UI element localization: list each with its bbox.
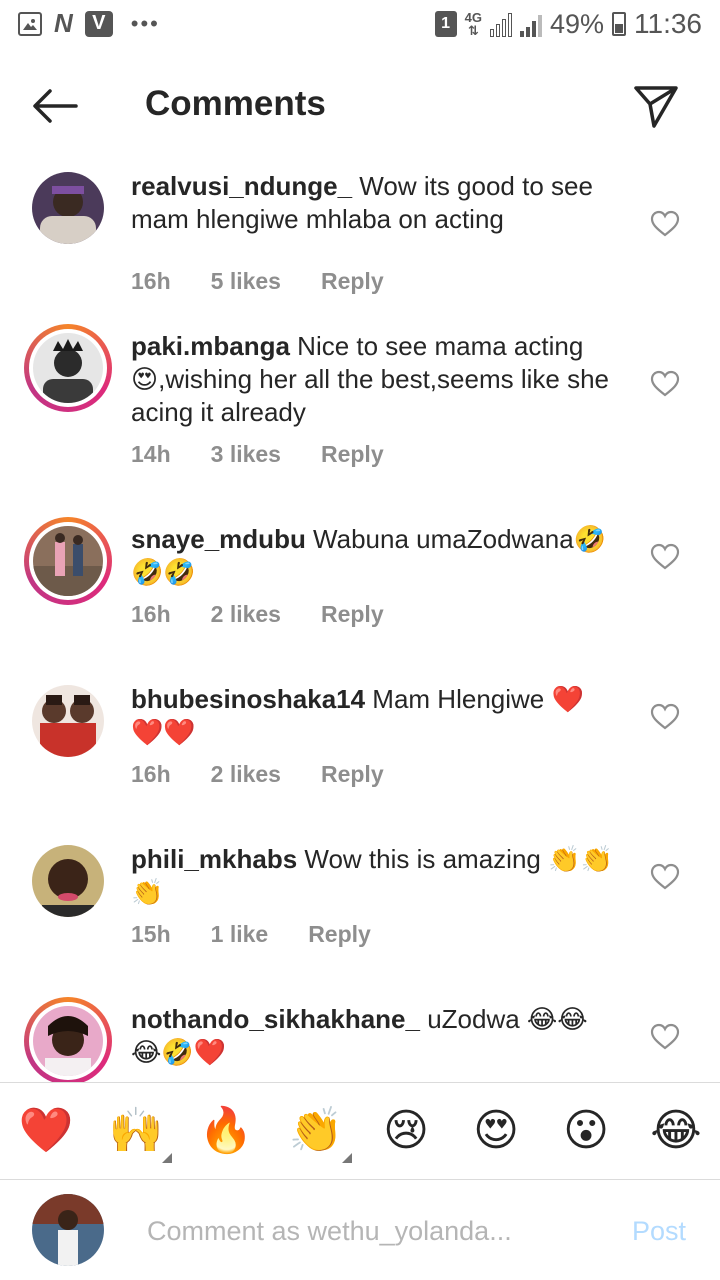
- heart-icon: [650, 210, 680, 237]
- comment-text: phili_mkhabs Wow this is amazing 👏👏👏: [131, 843, 616, 909]
- emoji-fire-button[interactable]: 🔥: [196, 1101, 256, 1161]
- notification-icons: N V •••: [18, 8, 160, 39]
- emoji-cry-button[interactable]: 😢: [376, 1101, 436, 1161]
- signal-icon-sim2: [519, 11, 542, 37]
- reply-button[interactable]: Reply: [308, 921, 371, 948]
- system-icons: 1 4G ⇅ 49% 11:36: [434, 8, 702, 40]
- comment-time: 14h: [131, 441, 171, 467]
- avatar[interactable]: [24, 997, 112, 1082]
- comment-username[interactable]: nothando_sikhakhane_: [131, 1004, 420, 1034]
- comment-username[interactable]: realvusi_ndunge_: [131, 171, 352, 201]
- emoji-heart-eyes-button[interactable]: 😍: [466, 1101, 526, 1161]
- reply-button[interactable]: Reply: [321, 268, 384, 295]
- back-button[interactable]: [28, 86, 82, 126]
- network-type: 4G ⇅: [464, 10, 482, 38]
- header: Comments: [0, 70, 720, 142]
- emoji-heart-button[interactable]: ❤️: [16, 1101, 76, 1161]
- comment-meta: 16h 2 likes Reply: [131, 601, 384, 628]
- comment-likes[interactable]: 3 likes: [211, 441, 281, 468]
- send-icon: [634, 86, 678, 128]
- reply-button[interactable]: Reply: [321, 761, 384, 788]
- emoji-clap-button[interactable]: 👏: [286, 1101, 352, 1163]
- status-bar: N V ••• 1 4G ⇅ 49% 11:36: [0, 0, 720, 50]
- like-button[interactable]: [650, 543, 680, 571]
- avatar[interactable]: [32, 172, 104, 244]
- comment-time: 16h: [131, 268, 171, 294]
- like-button[interactable]: [650, 370, 680, 398]
- emoji-raising-hands: 🙌: [108, 1105, 164, 1156]
- heart-icon: [650, 370, 680, 397]
- comment-item: bhubesinoshaka14 Mam Hlengiwe ❤️❤️❤️ 16h…: [0, 683, 720, 813]
- comment-likes[interactable]: 1 like: [211, 921, 269, 948]
- comment-username[interactable]: phili_mkhabs: [131, 844, 297, 874]
- like-button[interactable]: [650, 863, 680, 891]
- avatar[interactable]: [24, 324, 112, 412]
- comment-username[interactable]: snaye_mdubu: [131, 524, 306, 554]
- skin-tone-indicator: [342, 1153, 352, 1163]
- skin-tone-indicator: [162, 1153, 172, 1163]
- battery-icon: [612, 12, 626, 36]
- v-icon: V: [84, 10, 113, 37]
- clock: 11:36: [634, 8, 702, 39]
- signal-icon-sim1: [489, 11, 512, 37]
- battery-percent: 49%: [549, 8, 604, 39]
- comments-list[interactable]: realvusi_ndunge_ Wow its good to see mam…: [0, 150, 720, 1082]
- comment-meta: 16h 5 likes Reply: [131, 268, 384, 295]
- heart-icon: [650, 863, 680, 890]
- comment-likes[interactable]: 2 likes: [211, 761, 281, 788]
- like-button[interactable]: [650, 703, 680, 731]
- reply-button[interactable]: Reply: [321, 601, 384, 628]
- comment-text: nothando_sikhakhane_ uZodwa 😂😂😂🤣❤️: [131, 1003, 616, 1069]
- comment-item: realvusi_ndunge_ Wow its good to see mam…: [0, 170, 720, 310]
- comment-meta: 14h 3 likes Reply: [131, 441, 384, 468]
- share-button[interactable]: [632, 82, 680, 130]
- heart-icon: [650, 543, 680, 570]
- reply-button[interactable]: Reply: [321, 441, 384, 468]
- comment-composer: Post: [0, 1180, 720, 1280]
- n-icon: N: [54, 8, 73, 38]
- like-button[interactable]: [650, 210, 680, 238]
- comment-item: nothando_sikhakhane_ uZodwa 😂😂😂🤣❤️: [0, 997, 720, 1082]
- comment-meta: 15h 1 like Reply: [131, 921, 371, 948]
- comment-time: 15h: [131, 921, 171, 947]
- comment-username[interactable]: paki.mbanga: [131, 331, 290, 361]
- emoji-raising-hands-button[interactable]: 🙌: [106, 1101, 172, 1163]
- sim-icon: 1: [434, 11, 457, 37]
- avatar[interactable]: [32, 845, 104, 917]
- post-button[interactable]: Post: [632, 1216, 686, 1247]
- emoji-quick-bar: ❤️ 🙌 🔥 👏 😢 😍 😮 😂: [0, 1082, 720, 1180]
- comment-input[interactable]: [145, 1210, 609, 1252]
- emoji-clap: 👏: [288, 1105, 344, 1156]
- back-arrow-icon: [33, 89, 78, 123]
- like-button[interactable]: [650, 1023, 680, 1051]
- comment-username[interactable]: bhubesinoshaka14: [131, 684, 365, 714]
- comment-item: snaye_mdubu Wabuna umaZodwana🤣🤣🤣 16h 2 l…: [0, 517, 720, 653]
- heart-icon: [650, 1023, 680, 1050]
- avatar[interactable]: [32, 685, 104, 757]
- comment-item: phili_mkhabs Wow this is amazing 👏👏👏 15h…: [0, 843, 720, 973]
- avatar[interactable]: [24, 517, 112, 605]
- emoji-surprised-button[interactable]: 😮: [556, 1101, 616, 1161]
- emoji-joy-button[interactable]: 😂: [646, 1101, 706, 1161]
- comment-text: paki.mbanga Nice to see mama acting 😍,wi…: [131, 330, 616, 429]
- image-icon: [18, 11, 42, 36]
- comment-time: 16h: [131, 601, 171, 627]
- comment-text: bhubesinoshaka14 Mam Hlengiwe ❤️❤️❤️: [131, 683, 616, 749]
- comment-text: snaye_mdubu Wabuna umaZodwana🤣🤣🤣: [131, 523, 616, 589]
- comment-text: realvusi_ndunge_ Wow its good to see mam…: [131, 170, 616, 236]
- current-user-avatar: [32, 1194, 104, 1266]
- comment-item: paki.mbanga Nice to see mama acting 😍,wi…: [0, 324, 720, 490]
- comment-time: 16h: [131, 761, 171, 787]
- comment-likes[interactable]: 5 likes: [211, 268, 281, 295]
- heart-icon: [650, 703, 680, 730]
- comment-meta: 16h 2 likes Reply: [131, 761, 384, 788]
- page-title: Comments: [145, 84, 326, 123]
- comment-likes[interactable]: 2 likes: [211, 601, 281, 628]
- more-notifications-icon: •••: [130, 10, 160, 36]
